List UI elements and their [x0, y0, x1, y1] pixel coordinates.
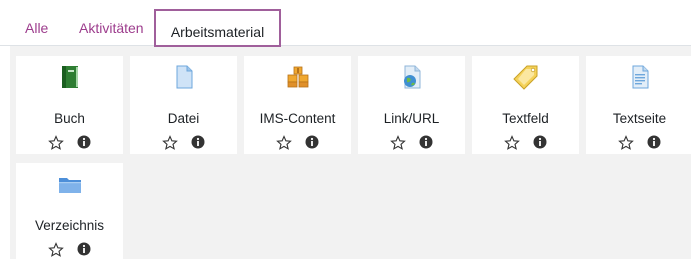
chooser-item-label: Verzeichnis — [34, 218, 105, 233]
star-icon[interactable] — [390, 135, 406, 151]
info-icon[interactable] — [77, 242, 91, 256]
chooser-item-label: Buch — [54, 111, 85, 126]
star-icon[interactable] — [618, 135, 634, 151]
info-icon[interactable] — [77, 135, 91, 149]
page-icon — [632, 65, 648, 89]
chooser-item-label: IMS-Content — [259, 111, 336, 126]
chooser-item-label: Textseite — [612, 111, 667, 126]
tab-arbeitsmaterial[interactable]: Arbeitsmaterial — [154, 9, 281, 47]
star-icon[interactable] — [162, 135, 178, 151]
tab-alle[interactable]: Alle — [25, 10, 48, 46]
chooser-item-ims-content[interactable]: IMS-Content — [244, 56, 351, 154]
star-icon[interactable] — [504, 135, 520, 151]
chooser-item-link-url[interactable]: Link/URL — [358, 56, 465, 154]
star-icon[interactable] — [276, 135, 292, 151]
tab-aktivitaeten[interactable]: Aktivitäten — [79, 10, 144, 46]
chooser-item-label: Link/URL — [383, 111, 440, 126]
folder-icon — [58, 178, 81, 193]
chooser-item-textseite[interactable]: Textseite — [586, 56, 691, 154]
chooser-item-verzeichnis[interactable]: Verzeichnis — [16, 163, 123, 261]
star-icon[interactable] — [48, 135, 64, 151]
info-icon[interactable] — [647, 135, 661, 149]
info-icon[interactable] — [419, 135, 433, 149]
info-icon[interactable] — [305, 135, 319, 149]
chooser-item-buch[interactable]: Buch — [16, 56, 123, 154]
book-icon — [61, 66, 78, 88]
ims-content-icon — [287, 66, 308, 88]
activity-chooser-tabs: Alle Aktivitäten Arbeitsmaterial — [0, 0, 691, 47]
label-tag-icon — [512, 65, 537, 90]
chooser-item-label: Textfeld — [502, 111, 549, 126]
chooser-item-label: Datei — [167, 111, 200, 126]
chooser-item-datei[interactable]: Datei — [130, 56, 237, 154]
file-icon — [176, 65, 192, 89]
info-icon[interactable] — [191, 135, 205, 149]
star-icon[interactable] — [48, 242, 64, 258]
chooser-item-textfeld[interactable]: Textfeld — [472, 56, 579, 154]
info-icon[interactable] — [533, 135, 547, 149]
link-url-icon — [403, 65, 420, 89]
resource-chooser-grid: Buch Datei IMS-Content Link/URL Textfeld… — [10, 46, 691, 261]
